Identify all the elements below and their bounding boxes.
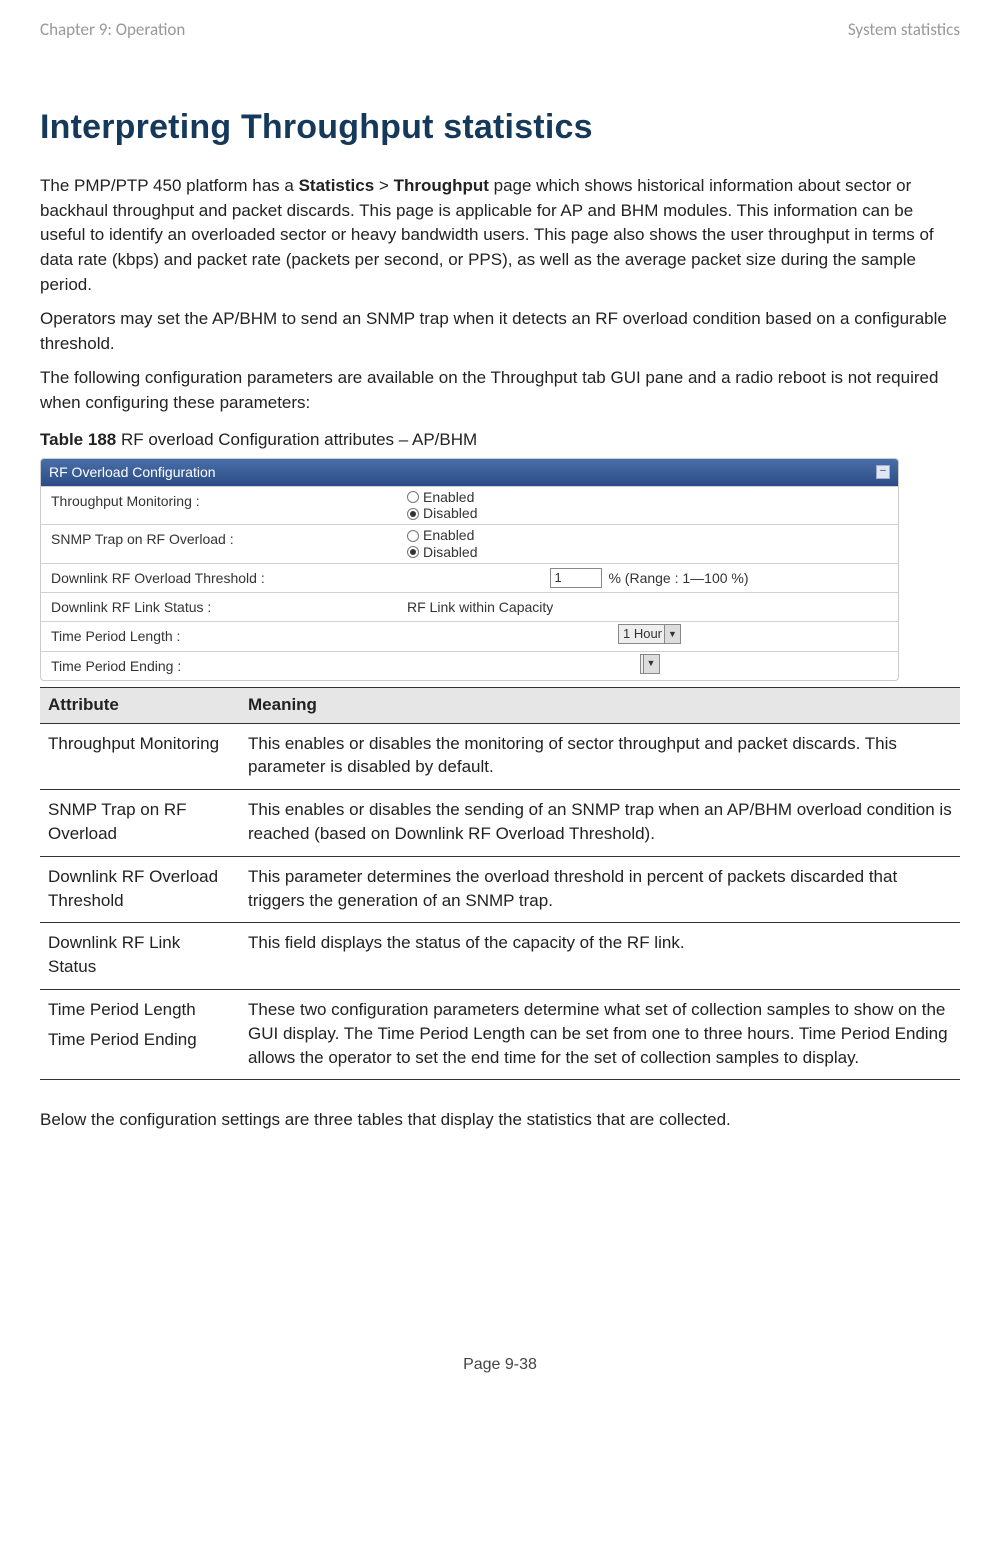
period-length-select[interactable]: 1 Hour ▼ (618, 624, 681, 644)
table-row: Time Period Length Time Period Ending Th… (40, 990, 960, 1080)
attr-cell: Downlink RF Link Status (40, 923, 240, 990)
period-ending-select[interactable]: ▼ (640, 654, 660, 674)
row-throughput-monitoring: Throughput Monitoring : Enabled Disabled (41, 486, 898, 525)
attr-cell: Throughput Monitoring (40, 723, 240, 790)
period-length-select-value: 1 Hour (623, 625, 662, 644)
table-caption-bold: Table 188 (40, 430, 116, 449)
meaning-cell: This enables or disables the sending of … (240, 790, 960, 857)
radio-disabled[interactable]: Disabled (407, 505, 892, 522)
label-throughput-monitoring: Throughput Monitoring : (41, 487, 401, 525)
intro-p1-mid: > (374, 176, 393, 195)
value-period-length: 1 Hour ▼ (401, 622, 898, 650)
row-period-ending: Time Period Ending : ▼ (41, 651, 898, 680)
radio-disabled-label: Disabled (423, 544, 477, 561)
intro-p1-b2: Throughput (394, 176, 489, 195)
rf-overload-config-panel: RF Overload Configuration – Throughput M… (40, 458, 899, 681)
meaning-cell: This field displays the status of the ca… (240, 923, 960, 990)
table-row: Downlink RF Link Status This field displ… (40, 923, 960, 990)
value-downlink-status: RF Link within Capacity (401, 593, 898, 621)
attribute-table: Attribute Meaning Throughput Monitoring … (40, 687, 960, 1080)
radio-disabled-label: Disabled (423, 505, 477, 522)
radio-icon (407, 491, 419, 503)
table-caption: Table 188 RF overload Configuration attr… (40, 428, 960, 453)
intro-text: The PMP/PTP 450 platform has a Statistic… (40, 174, 960, 416)
below-note: Below the configuration settings are thr… (40, 1108, 960, 1133)
attr-cell: SNMP Trap on RF Overload (40, 790, 240, 857)
radio-enabled-label: Enabled (423, 489, 474, 506)
intro-p2: Operators may set the AP/BHM to send an … (40, 307, 960, 356)
table-caption-rest: RF overload Configuration attributes – A… (116, 430, 477, 449)
table-row: Throughput Monitoring This enables or di… (40, 723, 960, 790)
value-period-ending: ▼ (401, 652, 898, 680)
radio-disabled[interactable]: Disabled (407, 544, 892, 561)
th-attribute: Attribute (40, 688, 240, 724)
header-left: Chapter 9: Operation (40, 18, 185, 43)
attr-cell-line1: Time Period Length (48, 998, 232, 1022)
chevron-down-icon: ▼ (664, 625, 680, 643)
label-downlink-status: Downlink RF Link Status : (41, 593, 401, 621)
meaning-cell: This enables or disables the monitoring … (240, 723, 960, 790)
radio-icon (407, 530, 419, 542)
attr-cell: Time Period Length Time Period Ending (40, 990, 240, 1080)
radio-enabled[interactable]: Enabled (407, 489, 892, 506)
label-period-length: Time Period Length : (41, 622, 401, 650)
radio-enabled[interactable]: Enabled (407, 527, 892, 544)
label-snmp-trap: SNMP Trap on RF Overload : (41, 525, 401, 563)
meaning-cell: This parameter determines the overload t… (240, 856, 960, 923)
value-downlink-threshold: 1 % (Range : 1—100 %) (401, 564, 898, 592)
table-row: Downlink RF Overload Threshold This para… (40, 856, 960, 923)
page-footer: Page 9-38 (40, 1353, 960, 1376)
radio-enabled-label: Enabled (423, 527, 474, 544)
intro-p1: The PMP/PTP 450 platform has a Statistic… (40, 174, 960, 297)
attr-cell: Downlink RF Overload Threshold (40, 856, 240, 923)
row-period-length: Time Period Length : 1 Hour ▼ (41, 621, 898, 650)
table-row: SNMP Trap on RF Overload This enables or… (40, 790, 960, 857)
page-title: Interpreting Throughput statistics (40, 103, 960, 152)
page-header: Chapter 9: Operation System statistics (40, 18, 960, 43)
threshold-suffix: % (Range : 1—100 %) (608, 568, 748, 588)
value-throughput-monitoring: Enabled Disabled (401, 487, 898, 525)
intro-p1-b1: Statistics (299, 176, 375, 195)
label-period-ending: Time Period Ending : (41, 652, 401, 680)
radio-icon (407, 546, 419, 558)
meaning-cell: These two configuration parameters deter… (240, 990, 960, 1080)
chevron-down-icon: ▼ (643, 655, 659, 673)
value-snmp-trap: Enabled Disabled (401, 525, 898, 563)
config-panel-header: RF Overload Configuration – (41, 459, 898, 485)
minimize-icon[interactable]: – (876, 465, 890, 479)
th-meaning: Meaning (240, 688, 960, 724)
label-downlink-threshold: Downlink RF Overload Threshold : (41, 564, 401, 592)
radio-icon (407, 508, 419, 520)
config-panel-title: RF Overload Configuration (49, 462, 216, 482)
row-downlink-status: Downlink RF Link Status : RF Link within… (41, 592, 898, 621)
intro-p3: The following configuration parameters a… (40, 366, 960, 415)
attr-cell-line2: Time Period Ending (48, 1028, 232, 1052)
header-right: System statistics (848, 18, 960, 43)
intro-p1-pre: The PMP/PTP 450 platform has a (40, 176, 299, 195)
threshold-input[interactable]: 1 (550, 568, 602, 588)
row-snmp-trap: SNMP Trap on RF Overload : Enabled Disab… (41, 524, 898, 563)
row-downlink-threshold: Downlink RF Overload Threshold : 1 % (Ra… (41, 563, 898, 592)
